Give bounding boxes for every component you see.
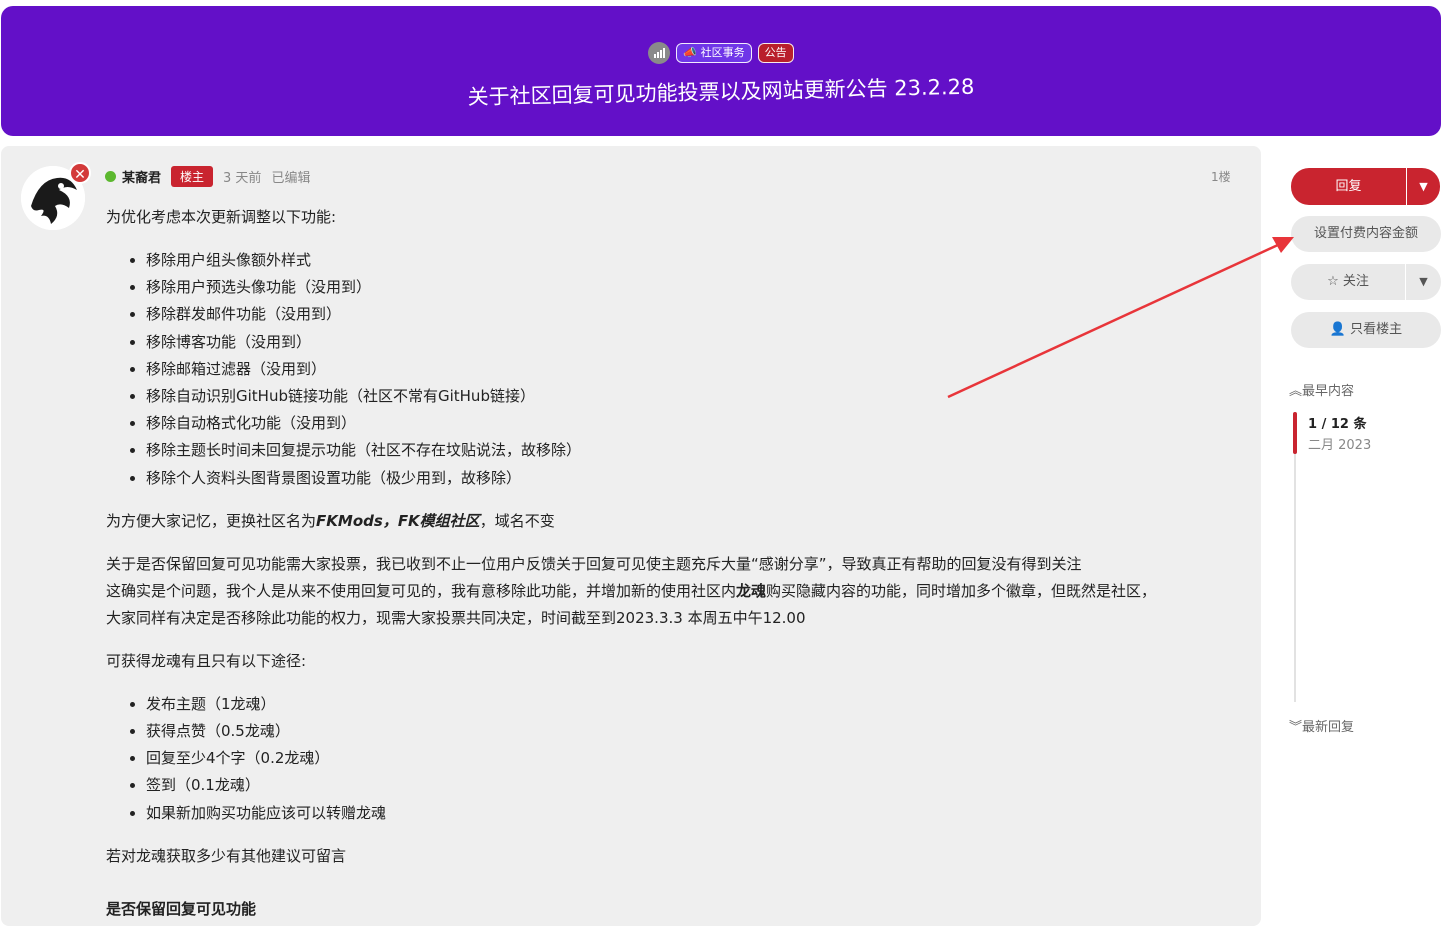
list-item: 移除用户预选头像功能（没用到） — [146, 274, 1236, 301]
list-item: 移除群发邮件功能（没用到） — [146, 301, 1236, 328]
list-item: 移除个人资料头图背景图设置功能（极少用到，故移除） — [146, 465, 1236, 492]
list-item: 移除邮箱过滤器（没用到） — [146, 356, 1236, 383]
vote-text-line1: 关于是否保留回复可见功能需大家投票，我已收到不止一位用户反馈关于回复可见使主题充… — [106, 554, 1082, 573]
vote-text-line2: 这确实是个问题，我个人是从来不使用回复可见的，我有意移除此功能，并增加新的使用社… — [106, 581, 1157, 600]
scrubber-handle[interactable] — [1293, 412, 1297, 454]
only-op-button[interactable]: 👤 只看楼主 — [1291, 312, 1441, 348]
caret-down-icon: ▼ — [1419, 275, 1428, 288]
user-icon: 👤 — [1329, 322, 1351, 337]
discussion-hero: 📣 社区事务 公告 关于社区回复可见功能投票以及网站更新公告 23.2.28 — [1, 6, 1441, 136]
post-body: 为优化考虑本次更新调整以下功能: 移除用户组头像额外样式 移除用户预选头像功能（… — [106, 204, 1236, 923]
list-item: 移除自动格式化功能（没用到） — [146, 410, 1236, 437]
double-chevron-up-icon: ︽ — [1289, 384, 1303, 399]
megaphone-icon: 📣 — [683, 46, 701, 59]
post-meta: 某裔君 楼主 3 天前 已编辑 — [105, 166, 320, 187]
rename-text: 为方便大家记忆，更换社区名为FKMods，FK模组社区，域名不变 — [106, 511, 555, 530]
list-item: 移除自动识别GitHub链接功能（社区不常有GitHub链接） — [146, 383, 1236, 410]
soul-list: 发布主题（1龙魂） 获得点赞（0.5龙魂） 回复至少4个字（0.2龙魂） 签到（… — [146, 691, 1236, 827]
set-paid-content-button[interactable]: 设置付费内容金额 — [1291, 216, 1441, 252]
username[interactable]: 某裔君 — [122, 167, 161, 186]
star-icon: ☆ — [1327, 274, 1343, 289]
post: ✕ 某裔君 楼主 3 天前 已编辑 1楼 为优化考虑本次更新调整以下功能: 移除… — [1, 146, 1261, 926]
vote-text-line3: 大家同样有决定是否移除此功能的权力，现需大家投票共同决定，时间截至到2023.3… — [106, 608, 806, 627]
scrubber-position: 1 / 12 条 — [1308, 417, 1367, 432]
double-chevron-down-icon: ︾ — [1289, 720, 1303, 735]
op-badge: 楼主 — [171, 166, 214, 187]
tag-community-affairs[interactable]: 📣 社区事务 — [676, 43, 752, 63]
post-time[interactable]: 3 天前 — [223, 167, 261, 186]
scrubber-date: 二月 2023 — [1308, 438, 1372, 453]
discussion-title: 关于社区回复可见功能投票以及网站更新公告 23.2.28 — [467, 74, 975, 110]
list-item: 移除主题长时间未回复提示功能（社区不存在坟贴说法，故移除） — [146, 437, 1236, 464]
follow-dropdown-button[interactable]: ▼ — [1406, 264, 1441, 300]
edited-label: 已编辑 — [271, 171, 311, 186]
list-item: 移除博客功能（没用到） — [146, 329, 1236, 356]
tag-announcement[interactable]: 公告 — [757, 43, 794, 63]
poll-title: 是否保留回复可见功能 — [106, 899, 257, 918]
scrubber-track[interactable] — [1294, 412, 1296, 702]
signal-icon — [648, 42, 671, 64]
group-badge-icon: ✕ — [69, 162, 91, 184]
suggest-text: 若对龙魂获取多少有其他建议可留言 — [106, 846, 347, 865]
follow-button[interactable]: ☆ 关注 — [1291, 264, 1405, 300]
soul-intro: 可获得龙魂有且只有以下途径: — [106, 651, 307, 670]
list-item: 回复至少4个字（0.2龙魂） — [146, 745, 1236, 772]
list-item: 移除用户组头像额外样式 — [146, 247, 1236, 274]
list-item: 发布主题（1龙魂） — [146, 691, 1236, 718]
tag-list: 📣 社区事务 公告 — [1, 42, 1441, 64]
reply-button[interactable]: 回复 — [1291, 168, 1406, 205]
online-indicator — [105, 171, 116, 182]
reply-dropdown-button[interactable]: ▼ — [1407, 168, 1440, 205]
list-item: 签到（0.1龙魂） — [146, 772, 1236, 799]
scrubber-earliest[interactable]: ︽最早内容 — [1289, 380, 1354, 399]
scrubber-latest[interactable]: ︾最新回复 — [1289, 716, 1354, 735]
removed-list: 移除用户组头像额外样式 移除用户预选头像功能（没用到） 移除群发邮件功能（没用到… — [146, 247, 1236, 492]
list-item: 如果新加购买功能应该可以转赠龙魂 — [146, 800, 1236, 827]
intro-text: 为优化考虑本次更新调整以下功能: — [106, 208, 337, 226]
caret-down-icon: ▼ — [1419, 180, 1428, 193]
floor-number: 1楼 — [1211, 170, 1231, 184]
list-item: 获得点赞（0.5龙魂） — [146, 718, 1236, 745]
